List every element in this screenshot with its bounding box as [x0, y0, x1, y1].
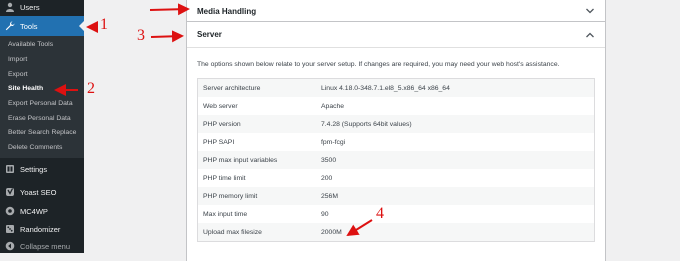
row-value: 7.4.28 (Supports 64bit values) [321, 120, 412, 128]
accordion-media-handling: Media Handling [186, 0, 606, 22]
table-row: PHP SAPI fpm-fcgi [198, 133, 595, 151]
wrench-icon [0, 21, 20, 31]
row-key: Server architecture [203, 84, 261, 92]
yoast-icon [0, 187, 20, 197]
collapse-menu-button[interactable]: Collapse menu [0, 237, 84, 253]
server-description: The options shown below relate to your s… [197, 61, 560, 68]
mc4wp-icon [0, 206, 20, 216]
table-row: PHP memory limit 256M [197, 187, 595, 205]
menu-tools-label: Tools [20, 21, 38, 31]
randomizer-icon [0, 224, 20, 234]
media-handling-toggle[interactable]: Media Handling [187, 0, 605, 22]
menu-mc4wp[interactable]: MC4WP [0, 202, 84, 220]
server-title: Server [197, 30, 222, 39]
row-value: 3500 [321, 156, 337, 164]
row-value: fpm-fcgi [321, 138, 346, 146]
menu-randomizer[interactable]: Randomizer [0, 220, 84, 238]
accordion-server: Server The options shown below relate to… [186, 21, 606, 261]
row-value: 2000M [321, 228, 342, 236]
tools-submenu: Available Tools Import Export Site Healt… [0, 36, 84, 158]
row-key: PHP memory limit [203, 192, 258, 200]
row-value: 200 [321, 174, 333, 182]
chevron-down-icon [586, 8, 594, 14]
menu-users[interactable]: Users [0, 0, 84, 16]
annotation-arrow-media [149, 3, 190, 16]
submenu-export-personal-data[interactable]: Export Personal Data [8, 100, 73, 107]
menu-tools[interactable]: Tools [0, 16, 84, 36]
menu-settings[interactable]: Settings [0, 160, 84, 178]
table-row: Web server Apache [198, 97, 595, 115]
row-key: Max input time [203, 210, 248, 218]
row-key: PHP time limit [203, 174, 246, 182]
table-row: Upload max filesize 2000M [197, 223, 595, 242]
menu-randomizer-label: Randomizer [20, 224, 61, 234]
submenu-better-search-replace[interactable]: Better Search Replace [8, 129, 76, 136]
submenu-available-tools[interactable]: Available Tools [8, 41, 53, 48]
table-row: Max input time 90 [198, 205, 595, 223]
admin-sidebar: Users Tools Available Tools Import Expor… [0, 0, 84, 253]
row-value: Linux 4.18.0-348.7.1.el8_5.x86_64 x86_64 [321, 84, 450, 92]
submenu-import[interactable]: Import [8, 56, 27, 63]
table-row: PHP max input variables 3500 [197, 151, 595, 169]
annotation-number-2: 2 [87, 80, 95, 97]
menu-mc4wp-label: MC4WP [20, 206, 48, 216]
annotation-number-4: 4 [376, 205, 384, 222]
row-value: 256M [321, 192, 339, 200]
submenu-site-health[interactable]: Site Health [8, 85, 43, 92]
table-row: Server architecture Linux 4.18.0-348.7.1.… [197, 78, 595, 97]
submenu-export[interactable]: Export [8, 71, 28, 78]
users-icon [0, 2, 20, 12]
annotation-arrow-3 [150, 30, 184, 43]
table-row: PHP version 7.4.28 (Supports 64bit values… [197, 115, 595, 133]
submenu-delete-comments[interactable]: Delete Comments [8, 144, 62, 151]
annotation-number-3: 3 [137, 27, 145, 44]
row-key: Upload max filesize [203, 228, 262, 236]
media-handling-title: Media Handling [197, 6, 257, 16]
settings-icon [0, 164, 20, 174]
menu-settings-label: Settings [20, 164, 48, 174]
row-key: PHP SAPI [203, 138, 235, 146]
menu-collapse-label: Collapse menu [20, 241, 71, 251]
table-row: PHP time limit 200 [198, 169, 595, 187]
annotation-number-1: 1 [100, 16, 108, 33]
row-value: Apache [321, 102, 345, 110]
row-value: 90 [321, 210, 329, 218]
menu-users-label: Users [20, 2, 40, 12]
server-toggle[interactable]: Server [187, 22, 605, 48]
menu-yoast-label: Yoast SEO [20, 187, 57, 197]
collapse-icon [0, 241, 20, 251]
server-info-table: Server architecture Linux 4.18.0-348.7.1.… [197, 78, 595, 242]
chevron-up-icon [586, 32, 594, 38]
row-key: PHP max input variables [203, 156, 278, 164]
submenu-erase-personal-data[interactable]: Erase Personal Data [8, 115, 71, 122]
menu-yoast-seo[interactable]: Yoast SEO [0, 183, 84, 201]
row-key: Web server [203, 102, 238, 110]
row-key: PHP version [203, 120, 241, 128]
